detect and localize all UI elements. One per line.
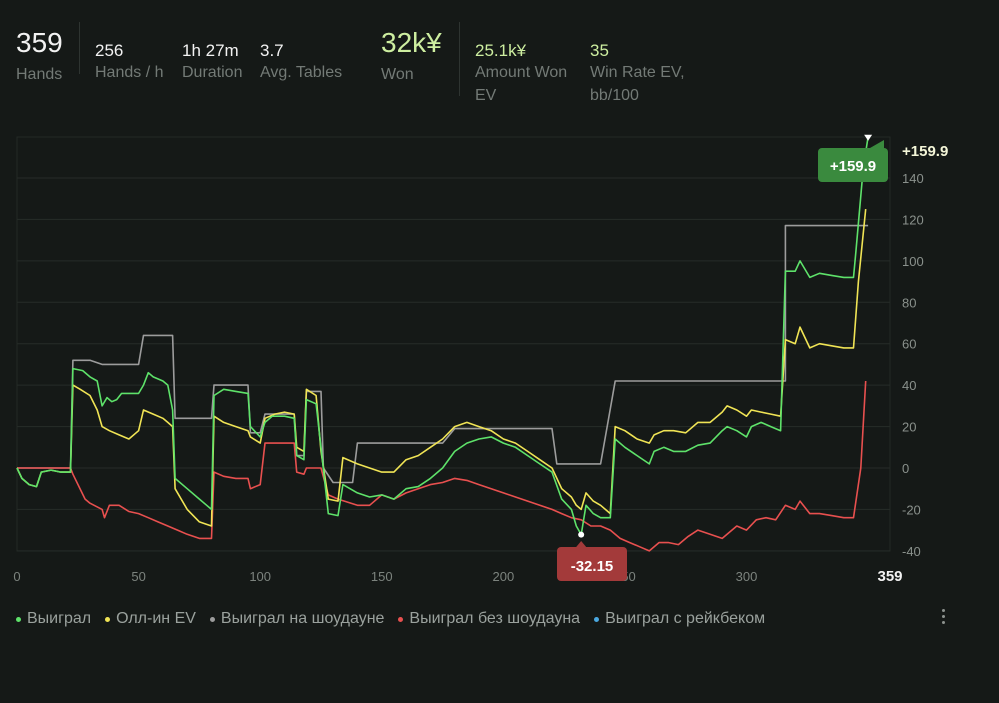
duration-label: Duration (182, 64, 243, 81)
legend-label: Выиграл на шоудауне (220, 610, 385, 627)
hands-per-hour-label: Hands / h (95, 64, 164, 81)
y-tick-label: 20 (902, 420, 916, 435)
hands-per-hour-value: 256 (95, 41, 124, 60)
win-rate-ev-label-2: bb/100 (590, 87, 639, 104)
avg-tables-value: 3.7 (260, 41, 284, 60)
legend-dot-icon (209, 616, 215, 622)
stat-won: 32k¥ Won (381, 26, 442, 86)
stat-avg-tables: 3.7 Avg. Tables (260, 41, 342, 84)
won-value: 32k¥ (381, 27, 442, 58)
amount-won-ev-value: 25.1k¥ (475, 41, 527, 60)
amount-won-ev-label-2: EV (475, 87, 497, 104)
series-line-1[interactable] (16, 209, 867, 527)
y-tick-label: 140 (902, 171, 924, 186)
max-marker (864, 134, 873, 141)
stat-hands-per-hour: 256 Hands / h (95, 41, 163, 84)
chart-container[interactable]: 140120100806040200-20-400501001502002503… (0, 128, 999, 598)
min-badge-label: -32.15 (571, 558, 614, 575)
legend-item[interactable]: Выиграл с рейкбеком (594, 610, 765, 628)
min-marker (578, 531, 585, 538)
x-tick-label: 50 (131, 569, 145, 584)
y-tick-label: 120 (902, 212, 924, 227)
avg-tables-label: Avg. Tables (260, 64, 343, 81)
y-tick-label: 60 (902, 337, 916, 352)
legend-item[interactable]: Выиграл на шоудауне (209, 610, 385, 628)
legend-label: Олл-ин EV (116, 610, 196, 627)
legend-dot-icon (398, 616, 404, 622)
won-label: Won (381, 66, 414, 83)
max-value-label: +159.9 (902, 143, 948, 160)
legend-dot-icon (594, 616, 600, 622)
duration-value: 1h 27m (182, 41, 239, 60)
hands-label: Hands (16, 66, 63, 83)
stats-divider (79, 22, 80, 74)
x-tick-label: 100 (249, 569, 271, 584)
legend-label: Выиграл без шоудауна (409, 610, 581, 627)
x-tick-label: 0 (13, 569, 20, 584)
chart-legend: Выиграл Олл-ин EV Выиграл на шоудауне Выигр… (16, 607, 779, 631)
y-tick-label: 0 (902, 461, 909, 476)
y-tick-label: 100 (902, 254, 924, 269)
stat-duration: 1h 27m Duration (182, 41, 242, 84)
max-badge-pointer (870, 140, 884, 148)
amount-won-ev-label: Amount Won (475, 64, 568, 81)
win-rate-ev-value: 35 (590, 41, 609, 60)
series-line-2[interactable] (17, 224, 869, 484)
results-chart[interactable]: 140120100806040200-20-400501001502002503… (0, 128, 999, 598)
legend-item[interactable]: Выиграл (16, 610, 91, 628)
win-rate-ev-label: Win Rate EV, (590, 64, 685, 81)
legend-item[interactable]: Олл-ин EV (105, 610, 196, 628)
stats-header: 359 Hands 256 Hands / h 1h 27m Duration … (0, 0, 999, 120)
stat-hands: 359 Hands (16, 26, 63, 86)
min-badge-pointer (576, 541, 587, 547)
y-tick-label: 40 (902, 378, 916, 393)
legend-dot-icon (105, 616, 111, 622)
stats-divider (459, 22, 460, 96)
stat-win-rate-ev: 35 Win Rate EV, bb/100 (590, 41, 685, 107)
legend-item[interactable]: Выиграл без шоудауна (398, 610, 580, 628)
series-line-3[interactable] (17, 380, 867, 552)
y-tick-label: 80 (902, 295, 916, 310)
legend-label: Выиграл (27, 610, 92, 627)
legend-label: Выиграл с рейкбеком (605, 610, 766, 627)
x-tick-label: 150 (371, 569, 393, 584)
y-tick-label: -20 (902, 502, 921, 517)
x-tick-label: 200 (492, 569, 514, 584)
more-options-icon[interactable] (934, 603, 952, 629)
stat-amount-won-ev: 25.1k¥ Amount Won EV (475, 41, 567, 107)
max-badge-label: +159.9 (830, 158, 876, 175)
hands-value: 359 (16, 27, 63, 58)
legend-dot-icon (16, 616, 21, 622)
y-tick-label: -40 (902, 544, 921, 559)
x-tick-label-current: 359 (877, 568, 902, 585)
x-tick-label: 300 (736, 569, 758, 584)
